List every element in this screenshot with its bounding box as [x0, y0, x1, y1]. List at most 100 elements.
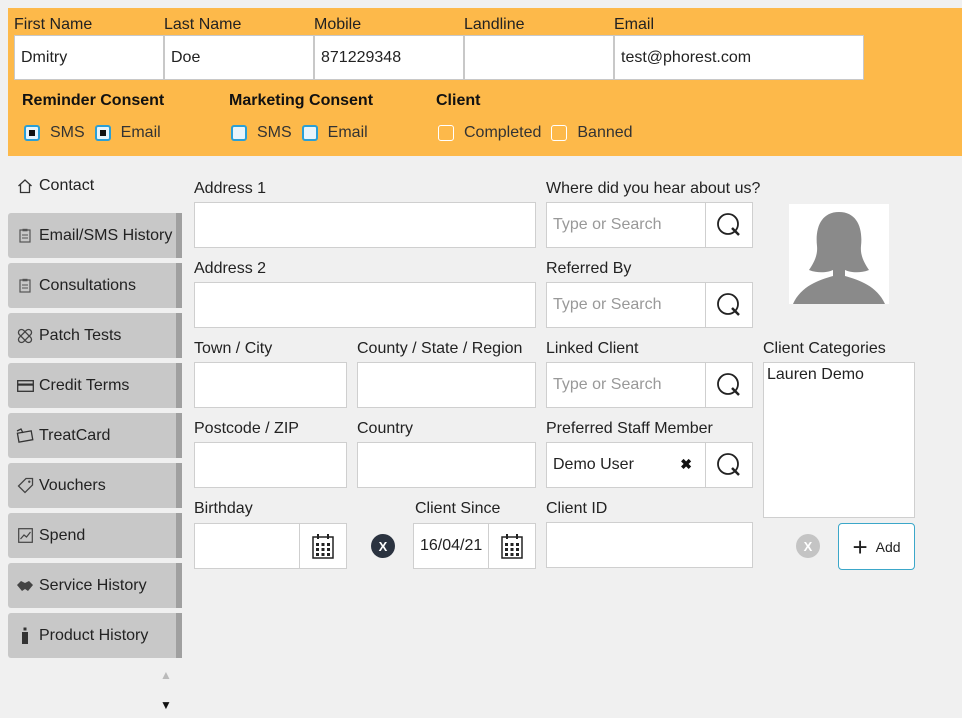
tag-icon [14, 477, 36, 494]
reminder-consent-title: Reminder Consent [22, 92, 165, 109]
sidebar-item-patch-tests[interactable]: Patch Tests [8, 313, 182, 358]
linked-client-placeholder: Type or Search [553, 376, 662, 393]
marketing-consent-title: Marketing Consent [229, 92, 374, 109]
landline-input[interactable] [464, 35, 614, 80]
client-avatar[interactable] [789, 204, 889, 304]
sidebar-item-email-sms-history[interactable]: Email/SMS History [8, 213, 182, 258]
postcode-input[interactable] [194, 442, 347, 488]
sidebar-item-treatcard[interactable]: TreatCard [8, 413, 182, 458]
linked-client-search[interactable]: Type or Search [546, 362, 753, 408]
add-category-button[interactable]: + Add [838, 523, 915, 570]
country-label: Country [357, 420, 414, 437]
sidebar-item-label: Credit Terms [39, 376, 130, 394]
referred-by-placeholder: Type or Search [553, 296, 662, 313]
first-name-input[interactable]: Dmitry [14, 35, 164, 80]
completed-label: Completed [464, 124, 542, 141]
sidebar-item-label: Email/SMS History [39, 226, 173, 244]
linked-client-label: Linked Client [546, 340, 639, 357]
client-categories-label: Client Categories [763, 340, 886, 357]
marketing-sms-label: SMS [257, 124, 292, 141]
sidebar-item-label: Patch Tests [39, 326, 122, 344]
clear-birthday-button[interactable]: X [371, 534, 395, 558]
sidebar-item-contact[interactable]: Contact [8, 163, 182, 208]
search-icon [717, 373, 740, 396]
mobile-label: Mobile [314, 16, 362, 33]
sidebar-item-consultations[interactable]: Consultations [8, 263, 182, 308]
landline-label: Landline [464, 16, 525, 33]
home-icon [14, 178, 36, 194]
county-input[interactable] [357, 362, 536, 408]
remove-category-button[interactable]: X [796, 534, 820, 558]
hear-about-search-button[interactable] [705, 203, 752, 247]
sidebar-item-product-history[interactable]: Product History [8, 613, 182, 658]
client-id-input[interactable] [546, 522, 753, 568]
last-name-input[interactable]: Doe [164, 35, 314, 80]
preferred-staff-value: Demo User [553, 456, 634, 473]
search-icon [717, 453, 740, 476]
client-since-label: Client Since [415, 500, 501, 517]
birthday-calendar-button[interactable] [299, 524, 346, 568]
marketing-sms-checkbox[interactable] [231, 125, 247, 141]
scroll-down-arrow-icon[interactable]: ▼ [160, 698, 172, 712]
birthday-label: Birthday [194, 500, 253, 517]
hear-about-placeholder: Type or Search [553, 216, 662, 233]
marketing-email-checkbox[interactable] [301, 125, 318, 141]
address1-label: Address 1 [194, 180, 267, 197]
sidebar-item-service-history[interactable]: Service History [8, 563, 182, 608]
hear-about-search[interactable]: Type or Search [546, 202, 753, 248]
list-item[interactable]: Lauren Demo [767, 366, 911, 384]
clear-staff-icon[interactable]: ✖ [680, 456, 692, 473]
add-button-label: Add [875, 538, 901, 555]
client-status-options: Completed Banned [438, 124, 643, 142]
hear-about-label: Where did you hear about us? [546, 180, 761, 197]
banned-checkbox[interactable] [551, 125, 568, 141]
plus-icon: + [852, 531, 868, 562]
town-input[interactable] [194, 362, 347, 408]
preferred-staff-search-button[interactable] [705, 443, 752, 487]
client-since-calendar-button[interactable] [488, 524, 535, 568]
search-icon [717, 293, 740, 316]
user-silhouette-icon [793, 212, 885, 304]
address2-label: Address 2 [194, 260, 267, 277]
clipboard-icon [14, 278, 36, 293]
sidebar-item-credit-terms[interactable]: Credit Terms [8, 363, 182, 408]
client-since-input[interactable]: 16/04/21 [413, 523, 536, 569]
search-icon [717, 213, 740, 236]
marketing-consent-options: SMS Email [231, 124, 378, 142]
first-name-label: First Name [14, 16, 93, 33]
birthday-input[interactable] [194, 523, 347, 569]
referred-by-search-button[interactable] [705, 283, 752, 327]
client-since-value: 16/04/21 [420, 537, 483, 554]
preferred-staff-search[interactable]: Demo User ✖ [546, 442, 753, 488]
last-name-label: Last Name [164, 16, 242, 33]
sidebar-item-label: Service History [39, 576, 147, 594]
completed-checkbox[interactable] [438, 125, 454, 141]
referred-by-search[interactable]: Type or Search [546, 282, 753, 328]
client-categories-list[interactable]: Lauren Demo [763, 362, 915, 518]
linked-client-search-button[interactable] [705, 363, 752, 407]
reminder-sms-checkbox[interactable] [24, 125, 40, 141]
chart-icon [14, 528, 36, 543]
country-input[interactable] [357, 442, 536, 488]
county-label: County / State / Region [357, 340, 523, 357]
client-id-label: Client ID [546, 500, 608, 517]
calendar-icon [501, 534, 523, 559]
address1-input[interactable] [194, 202, 536, 248]
postcode-label: Postcode / ZIP [194, 420, 299, 437]
sidebar-item-vouchers[interactable]: Vouchers [8, 463, 182, 508]
bottle-icon [14, 627, 36, 645]
scroll-up-arrow-icon[interactable]: ▲ [160, 668, 172, 682]
email-input[interactable]: test@phorest.com [614, 35, 864, 80]
handshake-icon [14, 579, 36, 593]
marketing-email-label: Email [327, 124, 368, 141]
sidebar-item-label: Consultations [39, 276, 136, 294]
mobile-input[interactable]: 871229348 [314, 35, 464, 80]
address2-input[interactable] [194, 282, 536, 328]
treatcard-icon [14, 428, 36, 443]
bandage-icon [14, 327, 36, 345]
client-status-title: Client [436, 92, 481, 109]
sidebar-item-spend[interactable]: Spend [8, 513, 182, 558]
sidebar-item-label: Spend [39, 526, 86, 544]
card-icon [14, 379, 36, 392]
reminder-email-checkbox[interactable] [94, 125, 111, 141]
